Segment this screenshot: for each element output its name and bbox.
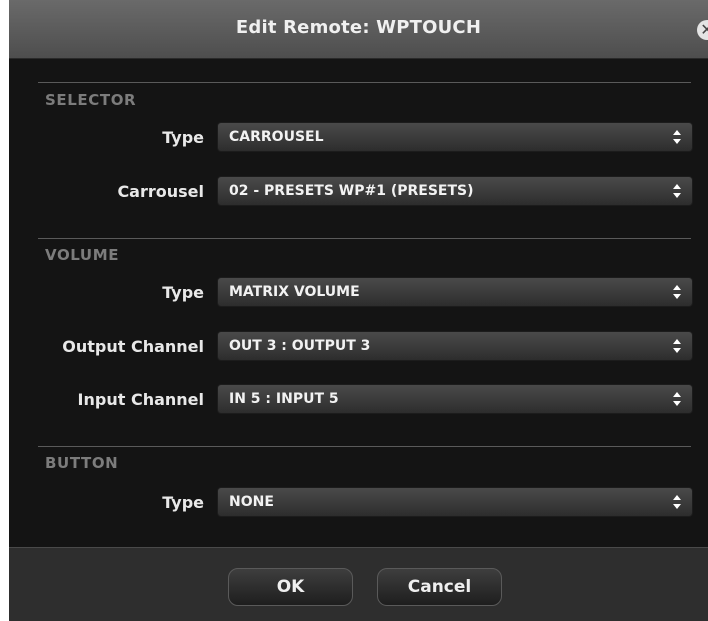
dialog-title: Edit Remote: WPTOUCH bbox=[235, 17, 482, 38]
section-divider bbox=[38, 446, 691, 447]
input-channel-select[interactable]: IN 5 : INPUT 5 bbox=[217, 384, 693, 414]
input-channel-value: IN 5 : INPUT 5 bbox=[229, 391, 339, 407]
button-type-select[interactable]: NONE bbox=[217, 487, 693, 517]
output-channel-select[interactable]: OUT 3 : OUTPUT 3 bbox=[217, 331, 693, 361]
button-type-label: Type bbox=[162, 493, 204, 512]
volume-type-select[interactable]: MATRIX VOLUME bbox=[217, 277, 693, 307]
up-down-arrows-icon bbox=[673, 392, 681, 406]
up-down-arrows-icon bbox=[673, 495, 681, 509]
up-down-arrows-icon bbox=[673, 285, 681, 299]
volume-section-label: VOLUME bbox=[45, 246, 120, 264]
selector-type-value: CARROUSEL bbox=[229, 129, 324, 145]
selector-type-select[interactable]: CARROUSEL bbox=[217, 122, 693, 152]
carrousel-value: 02 - PRESETS WP#1 (PRESETS) bbox=[229, 183, 474, 199]
up-down-arrows-icon bbox=[673, 184, 681, 198]
selector-type-label: Type bbox=[162, 128, 204, 147]
dialog-footer: OK Cancel bbox=[9, 547, 708, 621]
input-channel-label: Input Channel bbox=[77, 390, 204, 409]
carrousel-select[interactable]: 02 - PRESETS WP#1 (PRESETS) bbox=[217, 176, 693, 206]
up-down-arrows-icon bbox=[673, 130, 681, 144]
up-down-arrows-icon bbox=[673, 339, 681, 353]
volume-type-label: Type bbox=[162, 283, 204, 302]
button-type-value: NONE bbox=[229, 494, 274, 510]
carrousel-label: Carrousel bbox=[117, 182, 204, 201]
button-section-label: BUTTON bbox=[45, 454, 119, 472]
section-divider bbox=[38, 238, 691, 239]
cancel-button[interactable]: Cancel bbox=[377, 568, 502, 606]
dialog-titlebar: Edit Remote: WPTOUCH ✕ bbox=[9, 0, 708, 59]
section-divider bbox=[38, 82, 691, 83]
output-channel-value: OUT 3 : OUTPUT 3 bbox=[229, 338, 371, 354]
volume-type-value: MATRIX VOLUME bbox=[229, 284, 360, 300]
output-channel-label: Output Channel bbox=[62, 337, 204, 356]
selector-section-label: SELECTOR bbox=[45, 91, 137, 109]
ok-button[interactable]: OK bbox=[228, 568, 353, 606]
edit-remote-dialog: Edit Remote: WPTOUCH ✕ SELECTOR Type CAR… bbox=[9, 0, 708, 621]
